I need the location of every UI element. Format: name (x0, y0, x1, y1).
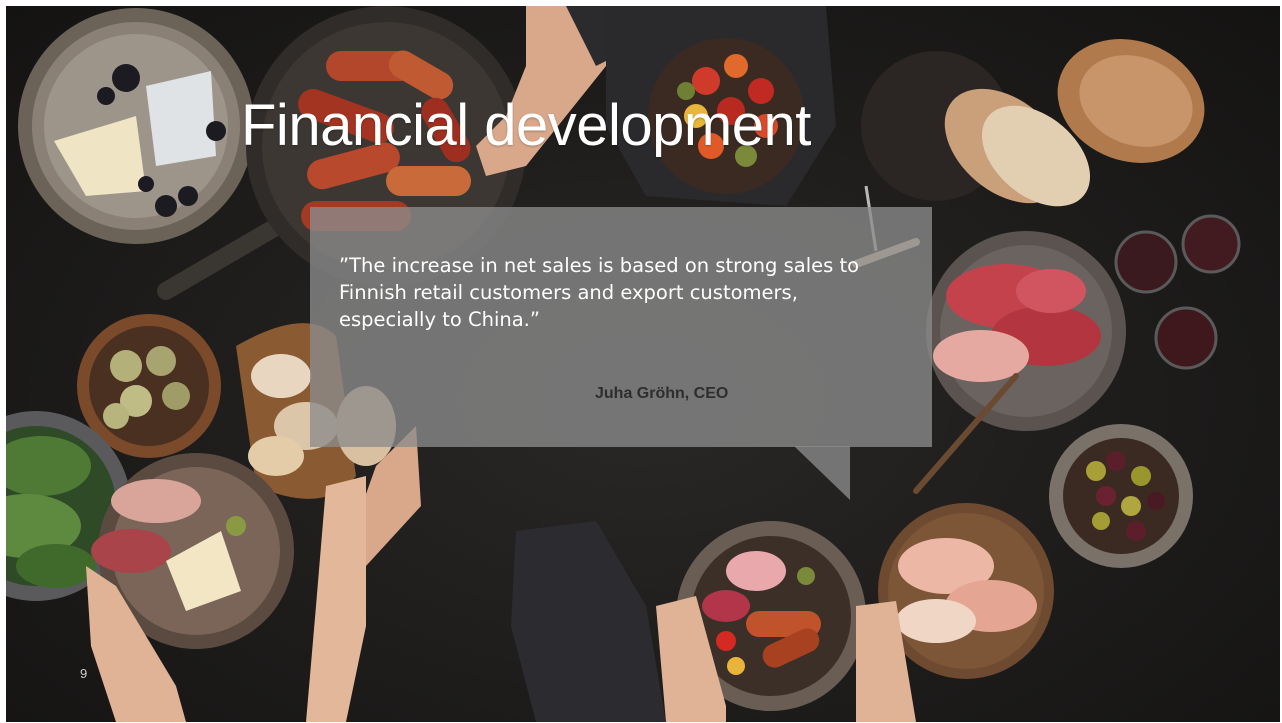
ceo-quote: ”The increase in net sales is based on s… (339, 254, 860, 331)
page-number: 9 (80, 666, 88, 681)
cheese-plate (18, 8, 254, 244)
bread-plate (861, 39, 1205, 207)
slide-title: Financial development (241, 93, 811, 158)
quote-author: Juha Gröhn, CEO (595, 385, 729, 402)
olive-bowl (1049, 424, 1193, 568)
wine-glasses (1114, 214, 1241, 370)
quote-bubble-tail (794, 446, 850, 500)
